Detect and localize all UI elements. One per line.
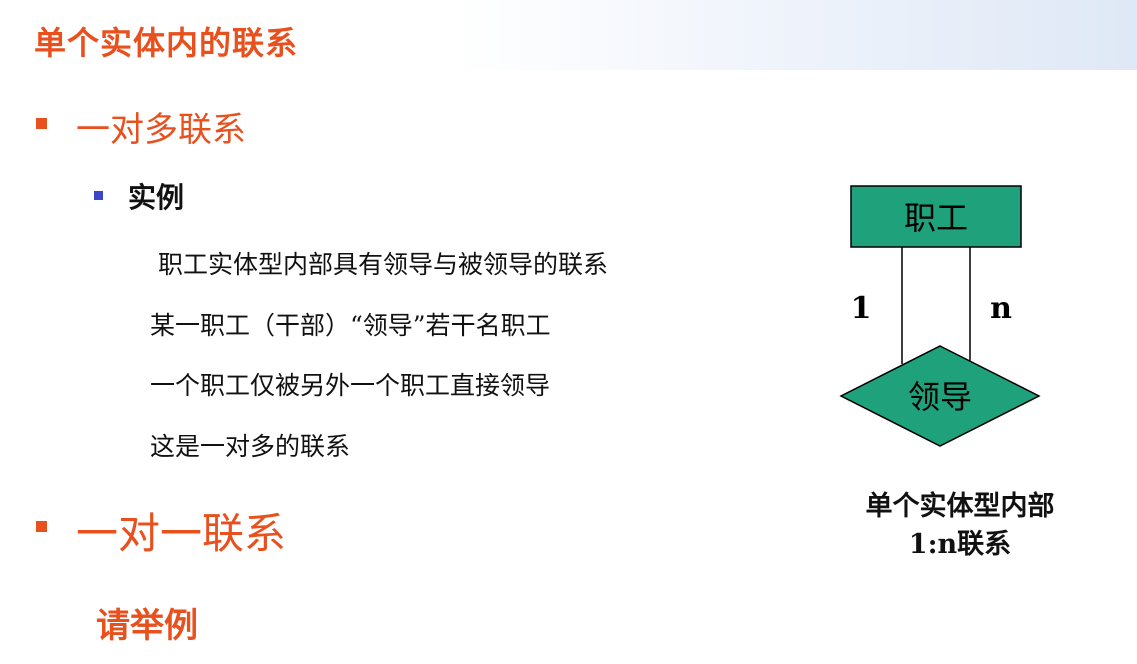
entity-label: 职工 bbox=[904, 199, 968, 237]
er-diagram: 职工 领导 1 n bbox=[839, 185, 1041, 447]
relationship-label: 领导 bbox=[908, 378, 972, 416]
cardinality-one: 1 bbox=[851, 291, 872, 326]
cardinality-n: n bbox=[990, 291, 1012, 326]
diagram-caption-line1: 单个实体型内部 bbox=[865, 491, 1055, 522]
diagram-caption-line2: 1:n联系 bbox=[908, 529, 1012, 560]
